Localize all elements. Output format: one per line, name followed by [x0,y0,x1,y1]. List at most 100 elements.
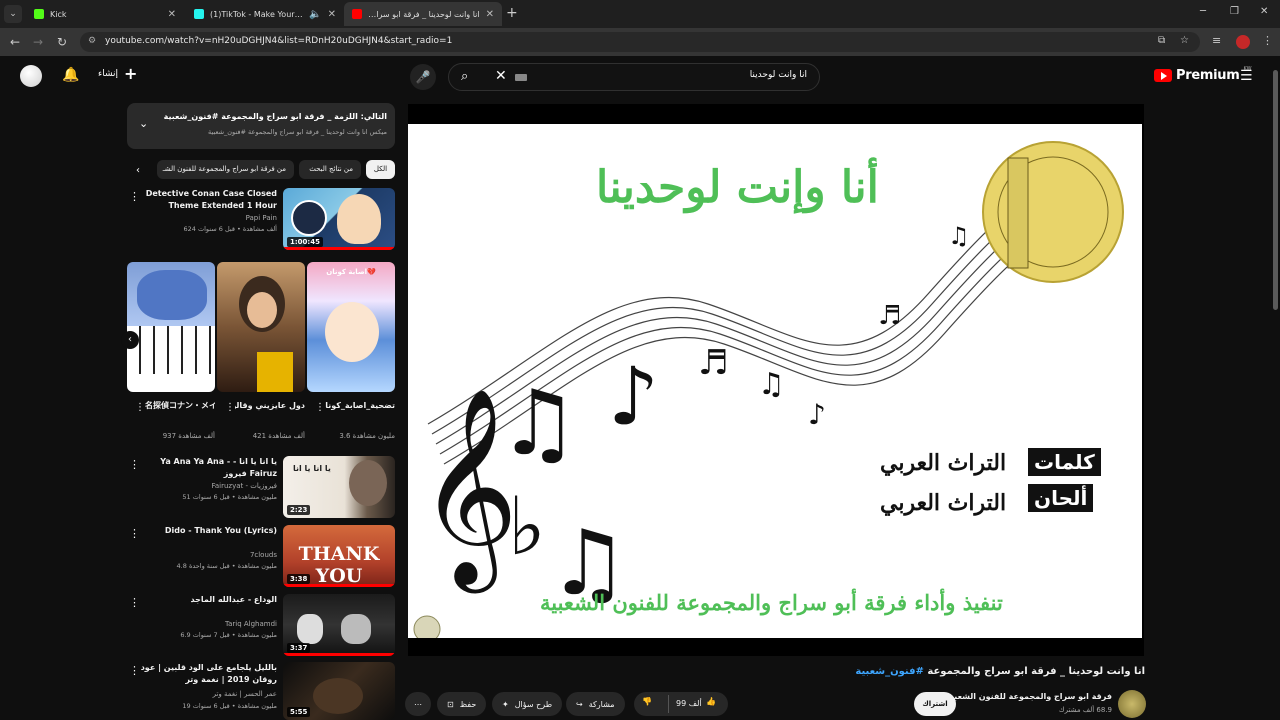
emblem-figure [1007,157,1029,269]
channel-avatar[interactable] [1118,690,1146,718]
tab-youtube[interactable]: انا وانت لوحدينا _ فرقة ابو سراج وا ✕ [344,2,502,26]
forward-icon[interactable]: → [33,35,43,49]
search-input[interactable] [547,70,807,80]
clear-search-icon[interactable]: ✕ [495,68,507,84]
account-avatar[interactable] [20,65,42,87]
more-horiz-icon: ⋯ [414,699,422,709]
more-actions-icon[interactable]: ⋮ [135,402,145,413]
page-scrollbar[interactable] [1273,70,1278,310]
chevron-left-icon[interactable]: ‹ [121,331,139,349]
video-title[interactable]: Ya Ana Ya Ana - يا انا يا انا - فيروز Fa… [137,456,277,480]
bookmark-star-icon[interactable]: ☆ [1180,35,1189,46]
video-thumbnail[interactable]: THANK YOU 3:38 [283,525,395,587]
shorts-shelf: 💔اصابة كونان ‹ تضحية_اصابة_كونان 💔 طل..ر… [121,262,395,442]
sparkle-icon: ✦ [502,699,509,709]
channel-name[interactable]: Papi Pain [246,214,277,222]
channel-name[interactable]: Fairuzyat - فيروزيات [211,482,277,490]
maximize-icon[interactable]: ❐ [1230,6,1239,17]
tab-kick[interactable]: Kick ✕ [26,2,184,26]
search-icon[interactable]: ⌕ [461,69,468,84]
kick-favicon-icon [34,9,44,19]
channel-name[interactable]: عمر الحسر | نغمة وتر [213,690,277,698]
list-item[interactable]: 5:55 ⋮ بالليل يلجامع على الود قلبين | عو… [127,662,395,720]
playlist-next-title: التالي: اللزمة _ فرقة ابو سراج والمجموعة… [163,112,387,121]
voice-search-mic-icon[interactable]: 🎤 [410,64,436,90]
new-tab-button[interactable]: + [506,5,518,21]
chip-from-search[interactable]: من نتائج البحث [299,160,361,179]
keyboard-icon[interactable] [515,74,527,81]
chevron-down-icon[interactable]: ⌄ [139,117,148,130]
video-thumbnail[interactable]: 5:55 [283,662,395,720]
address-bar[interactable]: ⚙ youtube.com/watch?v=nH20uDGHJN4&list=R… [80,32,1200,52]
close-tab-icon[interactable]: ✕ [328,9,336,20]
share-button[interactable]: ↪ مشاركة [566,692,625,716]
short-thumbnail[interactable]: 💔اصابة كونان [307,262,395,392]
close-tab-icon[interactable]: ✕ [168,9,176,20]
browser-tab-bar: ⌄ Kick ✕ (1)TikTok - Make Your Day 🔈 ✕ ا… [0,0,1280,28]
list-item[interactable]: 3:37 ⋮ الوداع - عبدالله الماجد Tariq Alg… [127,594,395,656]
chip-all[interactable]: الكل [366,160,395,179]
video-thumbnail[interactable]: يا انا يا انا 2:23 [283,456,395,518]
short-thumbnail[interactable] [217,262,305,392]
video-hashtag[interactable]: #فنون_شعبية [855,666,924,677]
video-title[interactable]: بالليل يلجامع على الود قلبين | عود روقان… [137,662,277,686]
close-window-icon[interactable]: ✕ [1260,6,1268,17]
subscribe-button[interactable]: اشتراك [914,692,956,716]
lyrics-label: كلمات [1028,448,1101,476]
reload-icon[interactable]: ↻ [57,35,67,49]
save-icon: ⊡ [447,699,454,709]
video-frame[interactable]: 𝄞 ♫ ♪ ♭ ♫ ♬ ♫ ♪ ♬ ♫ أنا وإنت لوحدينا كلم… [408,124,1142,638]
like-icon[interactable]: 👍 [706,697,716,706]
dislike-icon[interactable]: 👎 [642,697,652,706]
note-glyphs: 𝄞 ♫ ♪ ♭ ♫ ♬ ♫ ♪ ♬ ♫ [418,222,970,616]
list-item[interactable]: يا انا يا انا 2:23 ⋮ Ya Ana Ya Ana - يا … [127,456,395,518]
short-views: 421 ألف مشاهدة [252,432,305,440]
short-title[interactable]: تضحية_اصابة_كونان 💔 طل..رتيهو..😢 [325,400,395,411]
channel-name[interactable]: فرقة ابو سراج والمجموعة للفنون الشعبية [946,692,1112,701]
short-thumbnail[interactable] [127,262,215,392]
save-button[interactable]: ⊡ حفظ [437,692,487,716]
thumbnail-overlay-text: يا انا يا انا [293,464,331,473]
short-title[interactable]: 名探偵コナン・メインテーマ [145,400,215,411]
reading-list-icon[interactable]: ≡ [1212,34,1221,47]
guide-menu-icon[interactable]: ☰ [1240,68,1253,84]
youtube-premium-logo[interactable]: Premium KW [1154,66,1252,83]
video-player[interactable]: 𝄞 ♫ ♪ ♭ ♫ ♬ ♫ ♪ ♬ ♫ أنا وإنت لوحدينا كلم… [408,104,1144,656]
list-item[interactable]: 1:00:45 ⋮ Detective Conan Case Closed Th… [127,188,395,250]
minimize-icon[interactable]: ─ [1200,6,1206,17]
speaker-icon[interactable]: 🔈 [309,9,321,20]
tab-tiktok[interactable]: (1)TikTok - Make Your Day 🔈 ✕ [186,2,344,26]
notifications-bell-icon[interactable]: 🔔 [62,67,79,83]
video-thumbnail[interactable]: 1:00:45 [283,188,395,250]
more-actions-icon[interactable]: ⋮ [225,402,235,413]
list-item[interactable]: THANK YOU 3:38 ⋮ Dido - Thank You (Lyric… [127,525,395,587]
back-icon[interactable]: ← [10,35,20,49]
tab-search-icon[interactable]: ⌄ [4,5,22,23]
save-label: حفظ [459,699,477,709]
more-actions-button[interactable]: ⋯ [405,692,431,716]
ask-button[interactable]: ✦ طرح سؤال [492,692,563,716]
video-title[interactable]: Detective Conan Case Closed Theme Extend… [137,188,277,212]
more-actions-icon[interactable]: ⋮ [315,402,325,413]
video-title[interactable]: الوداع - عبدالله الماجد [137,594,277,606]
channel-name[interactable]: Tariq Alghamdi [225,620,277,628]
mix-playlist-panel[interactable]: ⌄ التالي: اللزمة _ فرقة ابو سراج والمجمو… [127,103,395,149]
singer-portrait [349,460,387,506]
create-button[interactable]: إنشاء + [98,66,137,82]
site-info-icon[interactable]: ⚙ [88,36,96,46]
short-title[interactable]: دول عايزيني وقالولي يا اسمر ... [235,400,305,411]
svg-text:♫: ♫ [498,371,579,476]
subscriber-count: 68.9 ألف مشترك [1058,706,1112,714]
like-count[interactable]: 99 ألف [676,699,702,708]
share-label: مشاركة [588,699,615,709]
video-title-text: انا وانت لوحدينا _ فرقة ابو سراج والمجمو… [927,666,1145,677]
close-tab-icon[interactable]: ✕ [486,9,494,20]
chevron-left-icon[interactable]: ‹ [136,165,140,176]
channel-name[interactable]: 7clouds [250,551,277,559]
chip-from-channel[interactable]: من فرقة ابو سراج والمجموعة للفنون الشـ [157,160,294,179]
install-app-icon[interactable]: ⧉ [1158,35,1165,46]
profile-avatar[interactable] [1236,35,1250,49]
video-thumbnail[interactable]: 3:37 [283,594,395,656]
menu-icon[interactable]: ⋮ [1262,34,1273,47]
video-title[interactable]: Dido - Thank You (Lyrics) [137,525,277,537]
